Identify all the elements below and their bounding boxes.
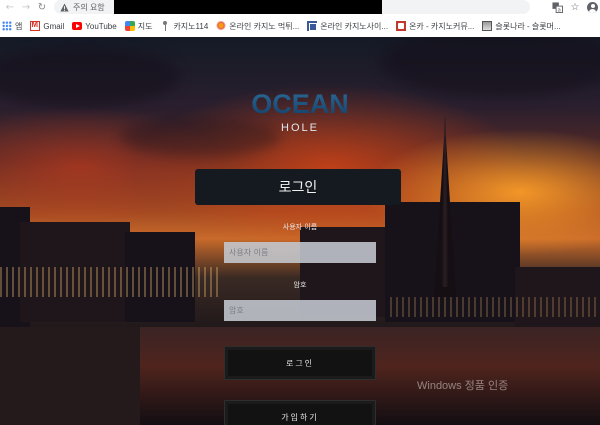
back-icon[interactable]: ← [2, 0, 18, 15]
bookmark-youtube[interactable]: YouTube [70, 18, 118, 34]
signup-button[interactable]: 가입하기 [224, 400, 376, 425]
bookmark-slotnara[interactable]: 슬롯나라 - 슬롯머... [480, 18, 562, 34]
casino-icon [216, 21, 227, 31]
site-logo[interactable]: OCEAN HOLE [230, 89, 370, 135]
bookmark-label: 온라인 카지노 먹튀... [229, 21, 300, 31]
background-cloud [380, 37, 600, 97]
bookmark-label: 지도 [137, 21, 153, 31]
city-lights [0, 267, 220, 297]
youtube-icon [72, 22, 83, 30]
bookmark-label: YouTube [85, 21, 117, 31]
maps-icon [124, 21, 135, 31]
slot-icon [482, 21, 493, 31]
background-cloud [0, 47, 180, 107]
bookmark-onca[interactable]: 온카 - 카지노커뮤... [394, 18, 476, 34]
password-label: 암호 [293, 281, 307, 289]
address-bar[interactable]: 주의 요함 [54, 0, 530, 14]
foreground-silhouette [0, 327, 140, 425]
forward-icon[interactable]: → [18, 0, 34, 15]
bookmark-label: 앱 [15, 21, 23, 31]
onca-icon [396, 21, 407, 31]
bookmark-apps[interactable]: 앱 [0, 18, 24, 34]
bookmark-casino114[interactable]: 카지노114 [158, 18, 210, 34]
page-content: OCEAN HOLE 로그인 사용자 이름 암호 로그인 가입하기 [0, 37, 600, 425]
svg-text:a: a [557, 8, 560, 13]
windows-activation-watermark: Windows 정품 인증 [417, 380, 509, 392]
city-lights [390, 297, 600, 317]
reload-icon[interactable]: ↻ [34, 0, 50, 15]
security-label[interactable]: 주의 요함 [73, 2, 105, 13]
username-input[interactable] [224, 242, 376, 263]
logo-main-text: OCEAN [230, 89, 370, 119]
login-title: 로그인 [195, 169, 401, 205]
bookmark-casino-site[interactable]: 온라인 카지노사이... [305, 18, 390, 34]
username-label: 사용자 이름 [282, 223, 318, 231]
toolbar-right: a ☆ [551, 0, 598, 15]
bookmark-label: Gmail [43, 21, 65, 31]
bookmark-label: 카지노114 [173, 21, 209, 31]
warning-icon[interactable] [60, 2, 69, 12]
bookmark-gmail[interactable]: Gmail [28, 18, 66, 34]
bookmarks-bar: 앱 Gmail YouTube 지도 카지노114 온라인 카지노 먹튀... … [0, 16, 600, 36]
bookmark-label: 슬롯나라 - 슬롯머... [495, 21, 561, 31]
login-button[interactable]: 로그인 [224, 346, 376, 380]
logo-sub-text: HOLE [281, 122, 319, 134]
browser-chrome: ← → ↻ 주의 요함 a ☆ 앱 Gmail YouTube 지도 [0, 0, 600, 37]
password-input[interactable] [224, 300, 376, 321]
profile-icon[interactable] [587, 2, 598, 13]
translate-icon[interactable]: a [551, 2, 563, 14]
bookmark-star-icon[interactable]: ☆ [569, 2, 581, 14]
redacted-url[interactable] [114, 0, 382, 14]
bookmark-label: 온카 - 카지노커뮤... [409, 21, 475, 31]
bookmark-label: 온라인 카지노사이... [320, 21, 389, 31]
bookmark-casino-meoktwi[interactable]: 온라인 카지노 먹튀... [214, 18, 301, 34]
casino-site-icon [307, 21, 318, 31]
apps-icon [2, 21, 12, 31]
bookmark-maps[interactable]: 지도 [123, 18, 155, 34]
gmail-icon [30, 20, 41, 31]
pin-icon [160, 21, 170, 31]
